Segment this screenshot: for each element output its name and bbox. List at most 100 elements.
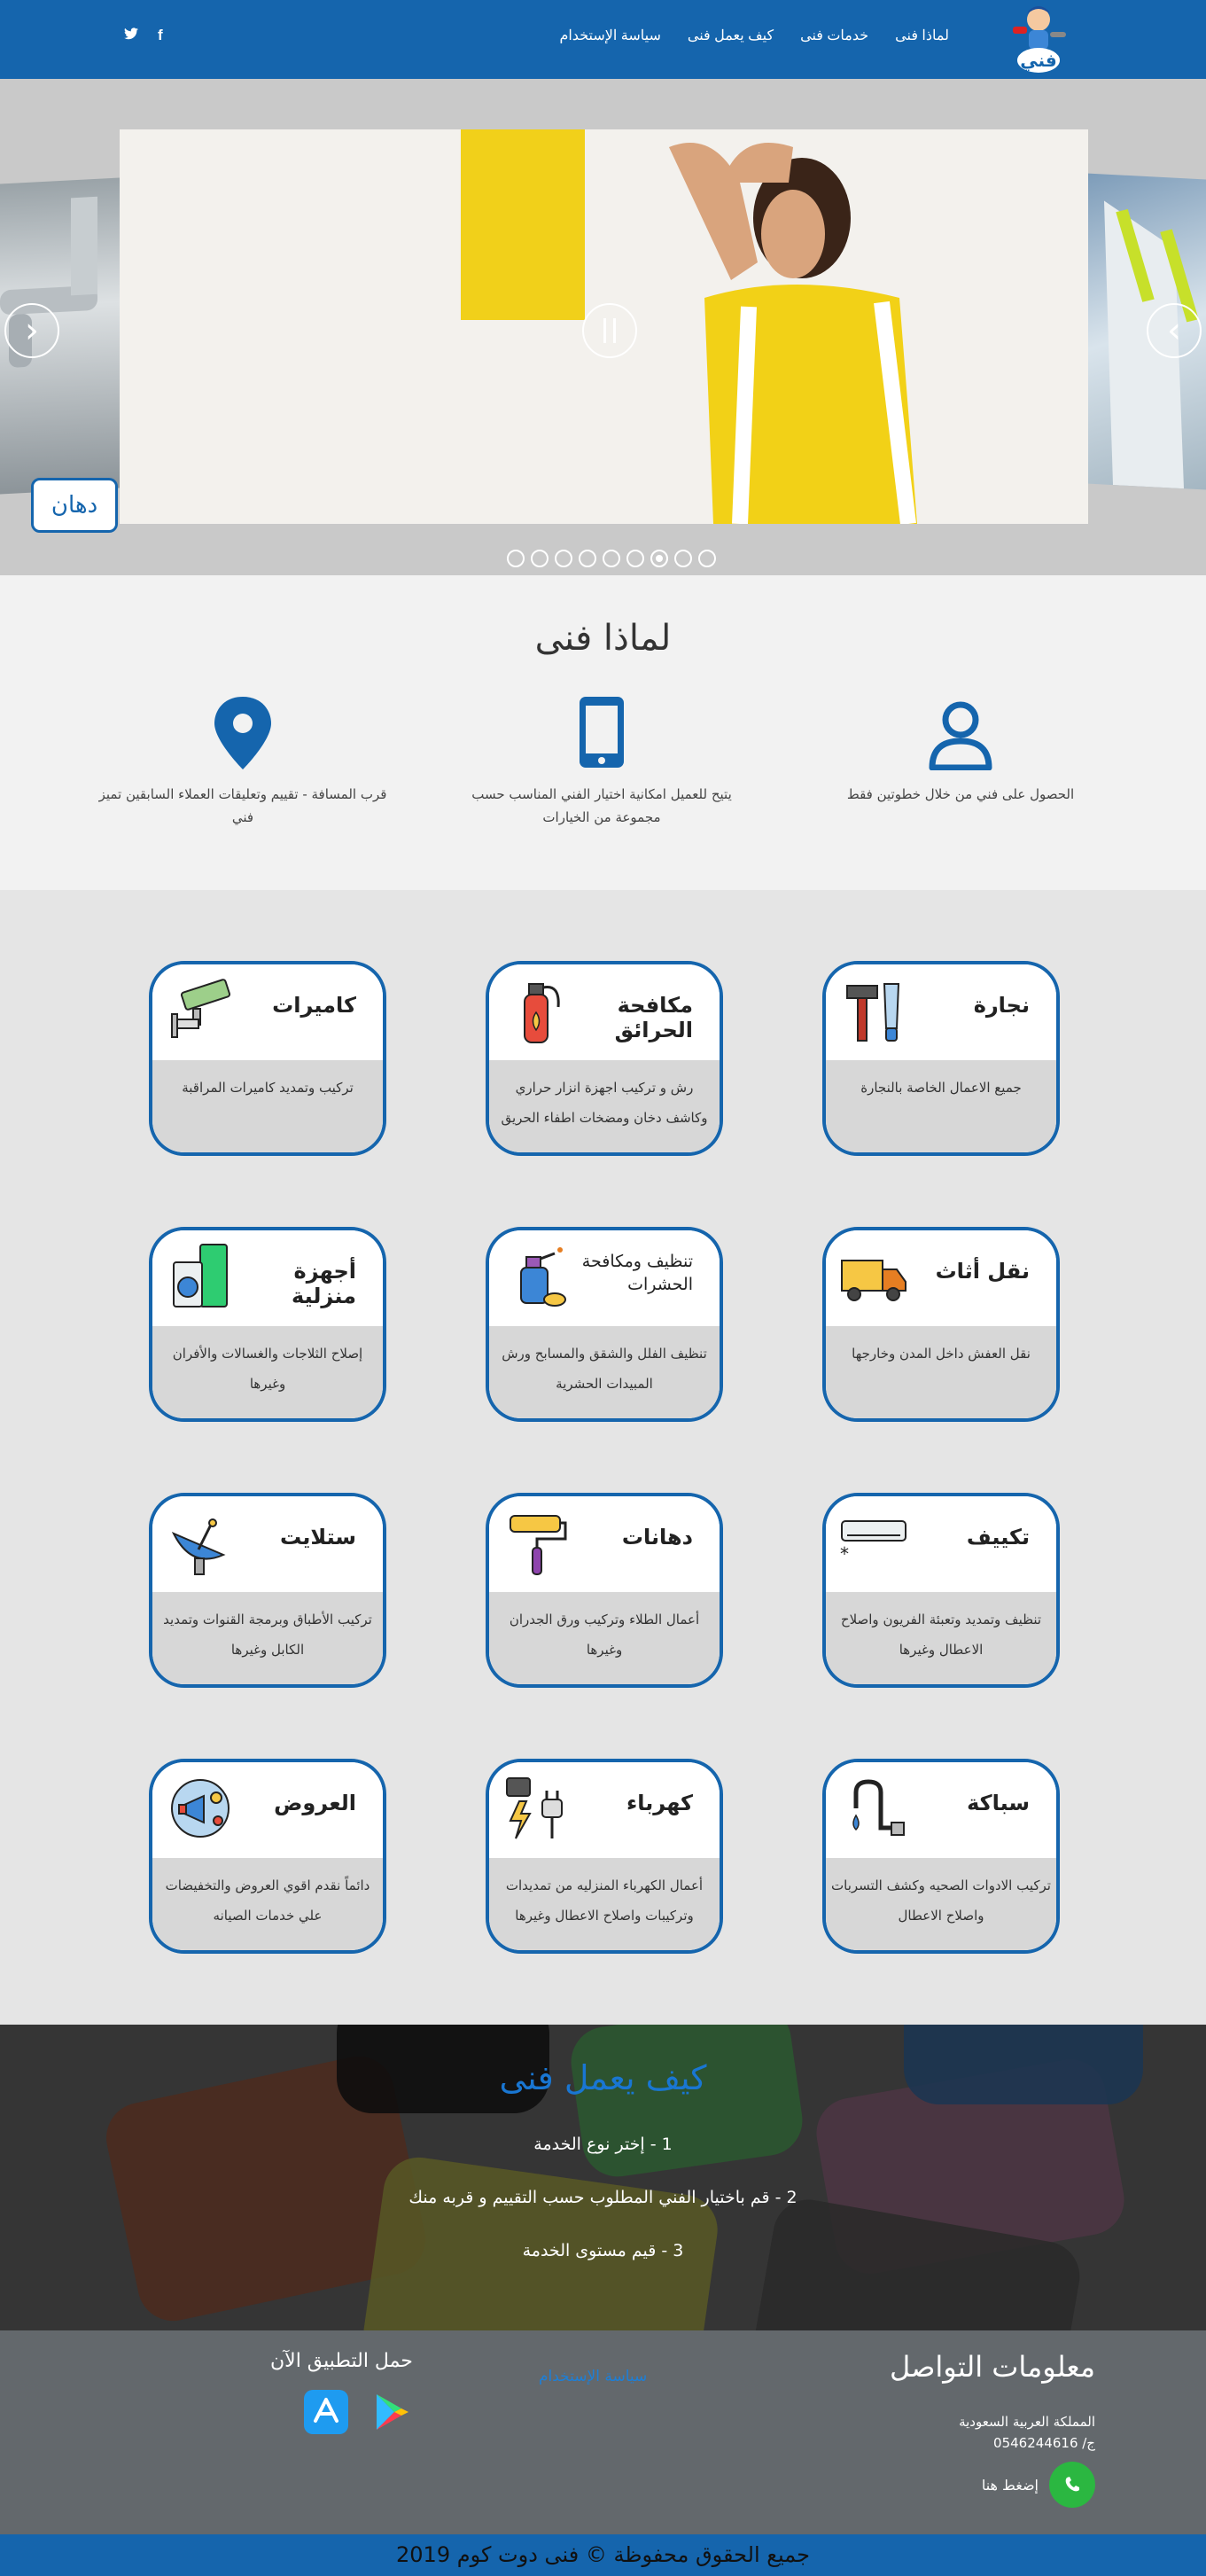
whatsapp-label: إضغط هنا: [981, 2476, 1039, 2494]
slide-caption-badge[interactable]: دهان: [31, 478, 118, 533]
truck-icon: [841, 1260, 906, 1301]
service-card-painting[interactable]: دهانات أعمال الطلاء وتركيب ورق الجدران و…: [486, 1493, 723, 1688]
service-card-plumbing[interactable]: سباكة تركيب الادوات الصحيه وكشف التسربات…: [822, 1759, 1060, 1954]
security-camera-icon: [171, 979, 231, 1038]
twitter-icon[interactable]: [124, 27, 138, 44]
slider-dot[interactable]: [507, 550, 525, 567]
service-card-moving[interactable]: نقل أثاث نقل العفش داخل المدن وخارجها: [822, 1227, 1060, 1422]
satellite-dish-icon: [171, 1518, 226, 1575]
location-pin-icon: [214, 697, 271, 769]
how-section-title: كيف يعمل فنى: [499, 2058, 707, 2097]
service-card-electricity[interactable]: كهرباء أعمال الكهرباء المنزليه من تمديدا…: [486, 1759, 723, 1954]
contact-section: معلومات التواصل المملكة العربية السعودية…: [0, 2330, 1206, 2534]
service-description: تركيب وتمديد كاميرات المراقبة: [152, 1060, 383, 1152]
home-appliances-icon: [173, 1244, 228, 1308]
slider-dot-active[interactable]: [650, 550, 668, 567]
offers-megaphone-icon: [171, 1779, 230, 1838]
service-description: تركيب الادوات الصحيه وكشف التسربات واصلا…: [826, 1858, 1056, 1950]
how-step: 2 - قم باختيار الفني المطلوب حسب التقييم…: [408, 2188, 798, 2207]
slider-pause-button[interactable]: [582, 303, 637, 358]
painter-image: [669, 143, 917, 524]
nav-link-why[interactable]: لماذا فنى: [895, 27, 949, 44]
hero-slider: دهان ‹ ›: [0, 79, 1206, 575]
nav-link-services[interactable]: خدمات فنى: [800, 27, 868, 44]
slider-dot[interactable]: [626, 550, 644, 567]
carpentry-tools-icon: [846, 983, 900, 1042]
service-title: أجهزة منزلية: [292, 1259, 356, 1308]
feature-text: قرب المسافة - تقييم وتعليقات العملاء الس…: [98, 786, 387, 825]
nav-link-how[interactable]: كيف يعمل فنى: [688, 27, 774, 44]
service-card-fire-fighting[interactable]: مكافحة الحرائق رش و تركيب اجهزة انزار حر…: [486, 961, 723, 1156]
contact-title: معلومات التواصل: [889, 2350, 1095, 2384]
service-description: رش و تركيب اجهزة انزار حراري وكاشف دخان …: [489, 1060, 720, 1152]
service-card-carpentry[interactable]: نجارة جميع الاعمال الخاصة بالنجارة: [822, 961, 1060, 1156]
service-card-home-appliances[interactable]: أجهزة منزلية إصلاح الثلاجات والغسالات وا…: [149, 1227, 386, 1422]
service-title: مكافحة الحرائق: [614, 993, 693, 1042]
whatsapp-link[interactable]: إضغط هنا: [982, 2462, 1095, 2508]
service-description: أعمال الكهرباء المنزليه من تمديدات وتركي…: [489, 1858, 720, 1950]
services-section: نجارة جميع الاعمال الخاصة بالنجارة مكافح…: [0, 890, 1206, 2025]
service-card-offers[interactable]: العروض دائماً نقدم اقوي العروض والتخفيضا…: [149, 1759, 386, 1954]
service-description: دائماً نقدم اقوي العروض والتخفيضات علي خ…: [152, 1858, 383, 1950]
fire-extinguisher-icon: [524, 983, 560, 1043]
cleaning-spray-icon: [520, 1247, 566, 1307]
slider-prev-button[interactable]: ‹: [4, 303, 59, 358]
why-section: لماذا فنى الحصول على فني من خلال خطوتين …: [0, 575, 1206, 890]
google-play-icon[interactable]: [368, 2389, 414, 2435]
svg-text:* * *: * * *: [838, 1543, 849, 1565]
service-title: العروض: [274, 1791, 356, 1815]
slider-dot[interactable]: [555, 550, 572, 567]
service-description: نقل العفش داخل المدن وخارجها: [826, 1326, 1056, 1418]
feature-item: الحصول على فني من خلال خطوتين فقط: [814, 695, 1107, 806]
how-it-works-section: كيف يعمل فنى 1 - إختر نوع الخدمة 2 - قم …: [0, 2025, 1206, 2330]
service-title: ستلايت: [279, 1525, 356, 1550]
feature-item: يتيح للعميل امكانية اختيار الفني المناسب…: [455, 695, 748, 829]
paint-roller-icon: [510, 1515, 567, 1575]
privacy-policy-link[interactable]: سياسة الإستخدام: [539, 2368, 647, 2385]
slider-dot[interactable]: [674, 550, 692, 567]
painted-wall-area: [461, 129, 585, 320]
service-title: كاميرات: [272, 993, 356, 1018]
service-title: نجارة: [973, 993, 1030, 1018]
mobile-icon: [580, 697, 624, 768]
service-card-satellite[interactable]: ستلايت تركيب الأطباق وبرمجة القنوات وتمد…: [149, 1493, 386, 1688]
service-card-cameras[interactable]: كاميرات تركيب وتمديد كاميرات المراقبة: [149, 961, 386, 1156]
service-title: كهرباء: [626, 1791, 693, 1815]
contact-country: المملكة العربية السعودية: [959, 2414, 1095, 2430]
slider-dot[interactable]: [698, 550, 716, 567]
slider-next-button[interactable]: ›: [1147, 303, 1202, 358]
fanni-logo[interactable]: فني: [1004, 2, 1073, 78]
feature-item: قرب المسافة - تقييم وتعليقات العملاء الس…: [97, 695, 389, 829]
air-conditioner-icon: * * *: [838, 1520, 906, 1565]
slider-dot[interactable]: [531, 550, 549, 567]
download-app-title: حمل التطبيق الآن: [270, 2350, 413, 2372]
service-title: نقل أثاث: [935, 1259, 1030, 1284]
user-icon: [929, 701, 992, 771]
app-store-icon[interactable]: [303, 2389, 349, 2435]
faucet-icon: [852, 1779, 905, 1836]
service-title: تكييف: [966, 1525, 1030, 1550]
top-navbar: فني لماذا فنى خدمات فنى كيف يعمل فنى سيا…: [0, 0, 1206, 79]
service-description: تنظيف وتمديد وتعبئة الفريون واصلاح الاعط…: [826, 1592, 1056, 1684]
feature-text: الحصول على فني من خلال خطوتين فقط: [846, 786, 1075, 802]
service-title: سباكة: [967, 1791, 1030, 1815]
facebook-icon[interactable]: f: [158, 27, 163, 44]
service-description: أعمال الطلاء وتركيب ورق الجدران وغيرها: [489, 1592, 720, 1684]
how-step: 1 - إختر نوع الخدمة: [533, 2135, 673, 2154]
feature-text: يتيح للعميل امكانية اختيار الفني المناسب…: [471, 786, 732, 825]
service-description: جميع الاعمال الخاصة بالنجارة: [826, 1060, 1056, 1152]
service-description: تركيب الأطباق وبرمجة القنوات وتمديد الكا…: [152, 1592, 383, 1684]
nav-link-privacy[interactable]: سياسة الإستخدام: [559, 27, 660, 44]
slider-pagination: [507, 550, 716, 567]
service-card-cleaning[interactable]: تنظيف ومكافحة الحشرات تنظيف الفلل والشقق…: [486, 1227, 723, 1422]
svg-text:فني: فني: [1020, 50, 1057, 72]
service-title: دهانات: [621, 1525, 693, 1550]
service-description: إصلاح الثلاجات والغسالات والأفران وغيرها: [152, 1326, 383, 1418]
slider-dot[interactable]: [579, 550, 596, 567]
slider-dot[interactable]: [603, 550, 620, 567]
service-card-ac[interactable]: تكييف * * * تنظيف وتمديد وتعبئة الفريون …: [822, 1493, 1060, 1688]
social-links: f: [124, 27, 163, 44]
why-section-title: لماذا فنى: [534, 618, 672, 659]
electric-plug-icon: [506, 1777, 563, 1839]
contact-phone[interactable]: ج/ 0546244616: [993, 2435, 1095, 2451]
